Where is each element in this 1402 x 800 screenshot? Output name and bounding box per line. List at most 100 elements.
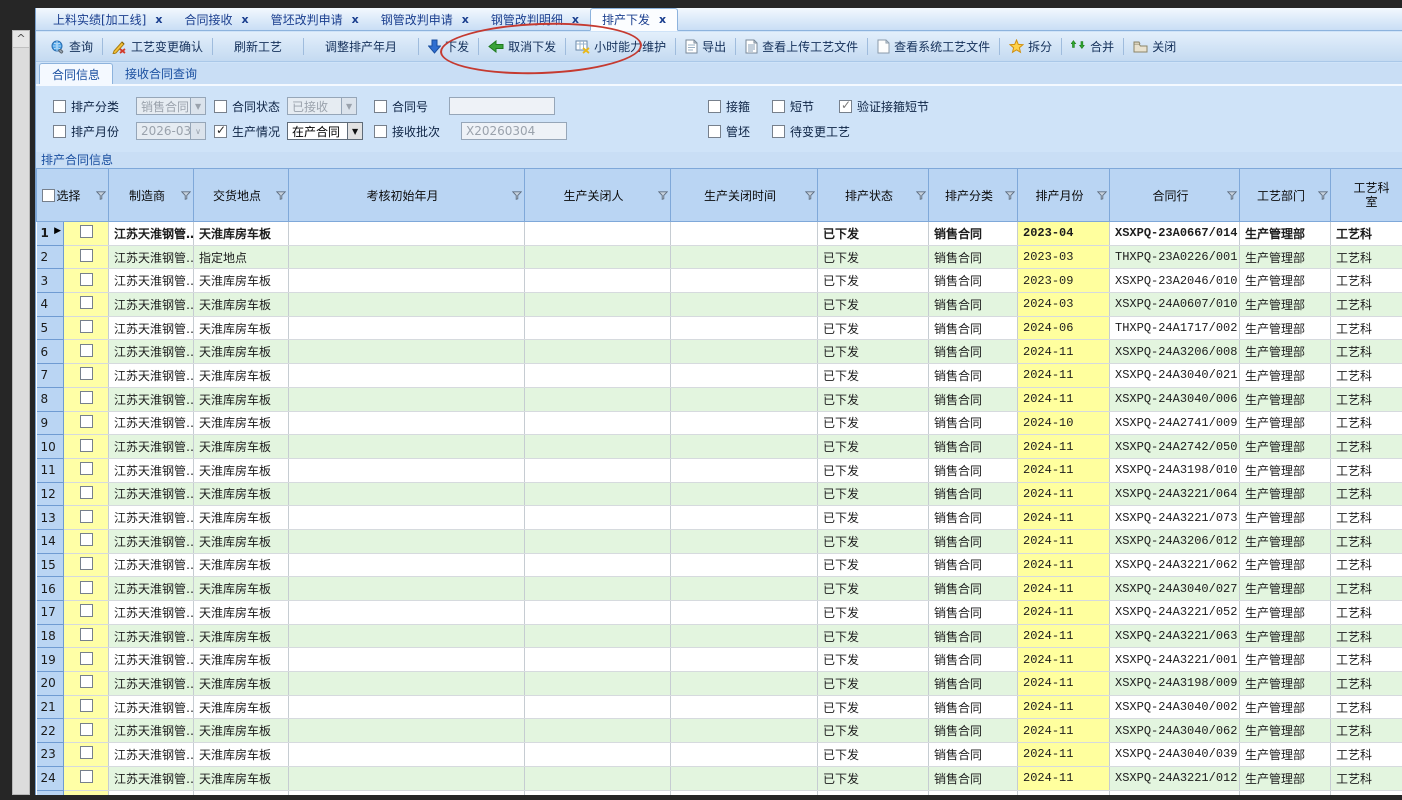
row-checkbox[interactable]	[80, 628, 93, 641]
document-tab-6[interactable]: 排产下发x	[590, 8, 678, 31]
row-checkbox[interactable]	[80, 652, 93, 665]
table-row-17[interactable]: 17江苏天淮钢管…天淮库房车板已下发销售合同2024-11XSXPQ-24A32…	[37, 601, 1402, 625]
row-checkbox[interactable]	[80, 367, 93, 380]
row-select-cell[interactable]	[64, 411, 109, 435]
row-number-cell[interactable]: 2	[37, 245, 64, 269]
tab-close-icon[interactable]: x	[155, 13, 162, 26]
row-checkbox[interactable]	[80, 415, 93, 428]
column-header-maker[interactable]: 制造商	[109, 169, 194, 222]
filter-funnel-icon[interactable]	[1318, 191, 1328, 200]
row-number-cell[interactable]: 14	[37, 529, 64, 553]
short-joint-checkbox[interactable]	[772, 100, 785, 113]
toolbar-button-2[interactable]: 工艺变更确认	[104, 35, 211, 59]
row-number-cell[interactable]: 10	[37, 435, 64, 459]
toolbar-button-7[interactable]: 小时能力维护	[567, 35, 674, 59]
column-header-status[interactable]: 排产状态	[818, 169, 929, 222]
tab-close-icon[interactable]: x	[462, 13, 469, 26]
filter-funnel-icon[interactable]	[916, 191, 926, 200]
row-checkbox[interactable]	[80, 320, 93, 333]
toolbar-button-8[interactable]: 导出	[677, 35, 734, 59]
toolbar-button-12[interactable]: 合并	[1063, 35, 1122, 59]
row-select-cell[interactable]	[64, 482, 109, 506]
row-checkbox[interactable]	[80, 770, 93, 783]
column-header-office[interactable]: 工艺科室	[1331, 169, 1402, 222]
coupling-checkbox[interactable]	[708, 100, 721, 113]
table-row-10[interactable]: 10江苏天淮钢管…天淮库房车板已下发销售合同2024-11XSXPQ-24A27…	[37, 435, 1402, 459]
filter-funnel-icon[interactable]	[181, 191, 191, 200]
scheduling-month-checkbox[interactable]	[53, 125, 66, 138]
tube-billet-checkbox[interactable]	[708, 125, 721, 138]
pending-process-change-checkbox[interactable]	[772, 125, 785, 138]
table-row-21[interactable]: 21江苏天淮钢管…天淮库房车板已下发销售合同2024-11XSXPQ-24A30…	[37, 695, 1402, 719]
tab-close-icon[interactable]: x	[242, 13, 249, 26]
toolbar-button-1[interactable]: 查询	[42, 35, 101, 59]
document-tab-5[interactable]: 钢管改判明细x	[480, 8, 590, 30]
row-select-cell[interactable]	[64, 364, 109, 388]
toolbar-button-11[interactable]: 拆分	[1001, 35, 1060, 59]
row-number-cell[interactable]: 19	[37, 648, 64, 672]
row-select-cell[interactable]	[64, 672, 109, 696]
row-select-cell[interactable]	[64, 719, 109, 743]
subtab-received-contract-query[interactable]: 接收合同查询	[113, 63, 209, 84]
row-number-cell[interactable]: 13	[37, 506, 64, 530]
row-checkbox[interactable]	[80, 296, 93, 309]
contract-no-checkbox[interactable]	[374, 100, 387, 113]
toolbar-button-10[interactable]: 查看系统工艺文件	[869, 35, 998, 59]
tab-close-icon[interactable]: x	[352, 13, 359, 26]
production-status-checkbox[interactable]	[214, 125, 227, 138]
row-select-cell[interactable]	[64, 458, 109, 482]
table-row-22[interactable]: 22江苏天淮钢管…天淮库房车板已下发销售合同2024-11XSXPQ-24A30…	[37, 719, 1402, 743]
row-select-cell[interactable]	[64, 577, 109, 601]
row-checkbox[interactable]	[80, 273, 93, 286]
row-checkbox[interactable]	[80, 699, 93, 712]
row-select-cell[interactable]	[64, 624, 109, 648]
column-header-dept[interactable]: 工艺部门	[1240, 169, 1331, 222]
column-header-closer[interactable]: 生产关闭人	[525, 169, 671, 222]
row-select-cell[interactable]	[64, 222, 109, 246]
toolbar-button-5[interactable]: 下发	[420, 35, 477, 59]
row-select-cell[interactable]	[64, 743, 109, 767]
table-row-8[interactable]: 8江苏天淮钢管…天淮库房车板已下发销售合同2024-11XSXPQ-24A304…	[37, 387, 1402, 411]
row-number-cell[interactable]: 5	[37, 316, 64, 340]
table-row-3[interactable]: 3江苏天淮钢管…天淮库房车板已下发销售合同2023-09XSXPQ-23A204…	[37, 269, 1402, 293]
row-checkbox[interactable]	[80, 604, 93, 617]
row-checkbox[interactable]	[80, 557, 93, 570]
row-checkbox[interactable]	[80, 225, 93, 238]
row-number-cell[interactable]: 8	[37, 387, 64, 411]
row-checkbox[interactable]	[80, 344, 93, 357]
column-header-place[interactable]: 交货地点	[194, 169, 289, 222]
table-row-6[interactable]: 6江苏天淮钢管…天淮库房车板已下发销售合同2024-11XSXPQ-24A320…	[37, 340, 1402, 364]
select-all-checkbox[interactable]	[42, 189, 55, 202]
toolbar-button-6[interactable]: 取消下发	[480, 35, 564, 59]
table-row-13[interactable]: 13江苏天淮钢管…天淮库房车板已下发销售合同2024-11XSXPQ-24A32…	[37, 506, 1402, 530]
table-row-14[interactable]: 14江苏天淮钢管…天淮库房车板已下发销售合同2024-11XSXPQ-24A32…	[37, 529, 1402, 553]
document-tab-1[interactable]: 上料实绩[加工线]x	[42, 8, 173, 30]
row-number-cell[interactable]: 12	[37, 482, 64, 506]
filter-funnel-icon[interactable]	[658, 191, 668, 200]
outer-scrollbar[interactable]: ^	[12, 30, 30, 795]
row-number-cell[interactable]: 20	[37, 672, 64, 696]
row-number-cell[interactable]: 7	[37, 364, 64, 388]
row-number-cell[interactable]: 9	[37, 411, 64, 435]
row-number-cell[interactable]: 4	[37, 293, 64, 317]
subtab-contract-info[interactable]: 合同信息	[39, 63, 113, 84]
toolbar-button-4[interactable]: 调整排产年月	[305, 35, 417, 59]
row-select-cell[interactable]	[64, 387, 109, 411]
row-checkbox[interactable]	[80, 462, 93, 475]
table-row-12[interactable]: 12江苏天淮钢管…天淮库房车板已下发销售合同2024-11XSXPQ-24A32…	[37, 482, 1402, 506]
verify-coupling-short-joint-checkbox[interactable]	[839, 100, 852, 113]
row-checkbox[interactable]	[80, 486, 93, 499]
table-row-19[interactable]: 19江苏天淮钢管…天淮库房车板已下发销售合同2024-11XSXPQ-24A32…	[37, 648, 1402, 672]
table-row-7[interactable]: 7江苏天淮钢管…天淮库房车板已下发销售合同2024-11XSXPQ-24A304…	[37, 364, 1402, 388]
tab-close-icon[interactable]: x	[659, 13, 666, 26]
table-row-11[interactable]: 11江苏天淮钢管…天淮库房车板已下发销售合同2024-11XSXPQ-24A31…	[37, 458, 1402, 482]
table-row-15[interactable]: 15江苏天淮钢管…天淮库房车板已下发销售合同2024-11XSXPQ-24A32…	[37, 553, 1402, 577]
filter-funnel-icon[interactable]	[1227, 191, 1237, 200]
table-row-20[interactable]: 20江苏天淮钢管…天淮库房车板已下发销售合同2024-11XSXPQ-24A31…	[37, 672, 1402, 696]
row-number-cell[interactable]: 23	[37, 743, 64, 767]
row-checkbox[interactable]	[80, 675, 93, 688]
row-checkbox[interactable]	[80, 439, 93, 452]
toolbar-button-9[interactable]: 查看上传工艺文件	[737, 35, 866, 59]
row-number-cell[interactable]: 11	[37, 458, 64, 482]
column-header-start_ym[interactable]: 考核初始年月	[289, 169, 525, 222]
